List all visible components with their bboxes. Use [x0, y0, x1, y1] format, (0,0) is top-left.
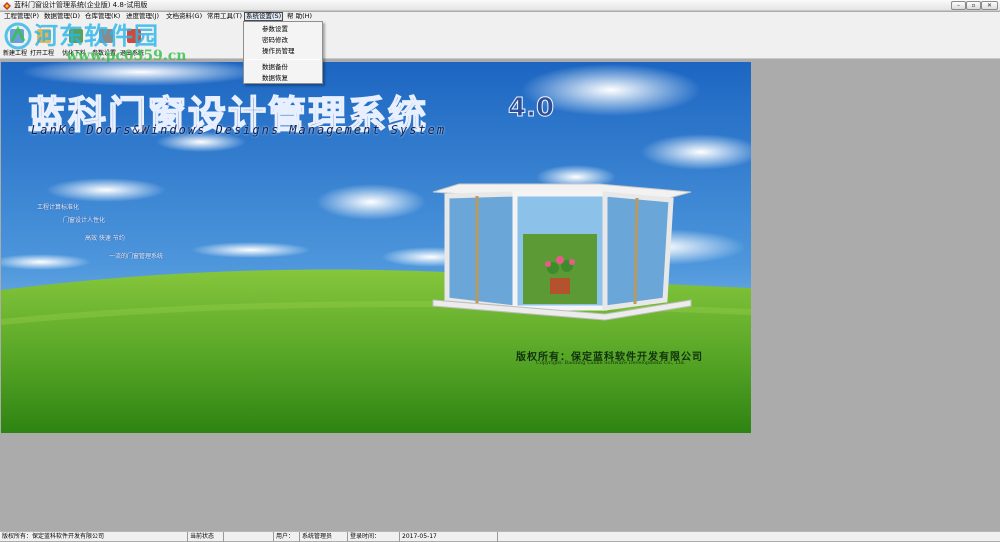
menu-item-data-restore[interactable]: 数据恢复: [244, 73, 322, 84]
status-bar: 版权所有：保定蓝科软件开发有限公司 当前状态 用户： 系统管理员 登录时间： 2…: [0, 531, 1000, 542]
splash-copyright-en: Copyright: Baoding Lanke Software Develo…: [536, 360, 686, 366]
exit-icon: [127, 29, 141, 43]
new-project-icon: [10, 29, 24, 43]
menu-bar: 工程管理(P) 数据管理(D) 仓库管理(K) 进度管理(J) 文档资料(G) …: [0, 12, 1000, 21]
feature-line-3: 高效 快速 节约: [85, 235, 125, 242]
new-project-button[interactable]: 新建工程: [2, 23, 28, 57]
close-button[interactable]: ✕: [981, 1, 998, 10]
open-project-button[interactable]: 打开工程: [29, 23, 55, 57]
splash-image: 蓝科门窗设计管理系统 4.0 LanKe Doors&Windows Desig…: [1, 62, 751, 433]
exit-label: 退出系统: [119, 50, 144, 57]
menu-project[interactable]: 工程管理(P): [3, 12, 40, 21]
menu-separator: [246, 59, 320, 60]
window-product-illustration: [432, 183, 692, 321]
optimize-icon: [69, 29, 83, 43]
new-project-label: 新建工程: [2, 50, 27, 57]
feature-line-1: 工程计算标准化: [37, 204, 80, 211]
exit-button[interactable]: 退出系统: [119, 23, 145, 57]
settings-icon: [99, 29, 113, 43]
optimize-label: 优化下料: [61, 50, 86, 57]
minimize-button[interactable]: –: [951, 1, 966, 10]
system-settings-dropdown: 参数设置 密码修改 操作员管理 数据备份 数据恢复: [243, 21, 323, 84]
menu-item-change-password[interactable]: 密码修改: [244, 35, 322, 46]
open-project-label: 打开工程: [29, 50, 54, 57]
menu-data[interactable]: 数据管理(D): [43, 12, 81, 21]
toolbar: 新建工程 打开工程 优化下料 参数设置 退出系统: [0, 21, 1000, 59]
menu-system-settings[interactable]: 系统设置(S): [244, 12, 284, 21]
window-title: 蓝科门窗设计管理系统(企业版) 4.8-试用版: [14, 1, 148, 9]
splash-version: 4.0: [507, 93, 555, 124]
menu-item-parameter-settings[interactable]: 参数设置: [244, 24, 322, 35]
menu-item-operator-management[interactable]: 操作员管理: [244, 46, 322, 57]
optimize-button[interactable]: 优化下料: [61, 23, 87, 57]
app-icon: [3, 2, 11, 10]
menu-progress[interactable]: 进度管理(J): [125, 12, 160, 21]
menu-help[interactable]: 帮 助(H): [286, 12, 313, 21]
menu-item-data-backup[interactable]: 数据备份: [244, 62, 322, 73]
feature-line-4: 一流的门窗管理系统: [109, 253, 164, 260]
settings-button[interactable]: 参数设置: [91, 23, 117, 57]
feature-line-2: 门窗设计人性化: [63, 217, 106, 224]
splash-subtitle: LanKe Doors&Windows Designs Management S…: [31, 123, 447, 137]
settings-label: 参数设置: [91, 50, 116, 57]
menu-documents[interactable]: 文档资料(G): [165, 12, 203, 21]
title-bar: 蓝科门窗设计管理系统(企业版) 4.8-试用版 – ▫ ✕: [0, 0, 1000, 11]
restore-button[interactable]: ▫: [966, 1, 981, 10]
menu-tools[interactable]: 常用工具(T): [206, 12, 243, 21]
open-project-icon: [37, 29, 51, 43]
menu-warehouse[interactable]: 仓库管理(K): [84, 12, 121, 21]
